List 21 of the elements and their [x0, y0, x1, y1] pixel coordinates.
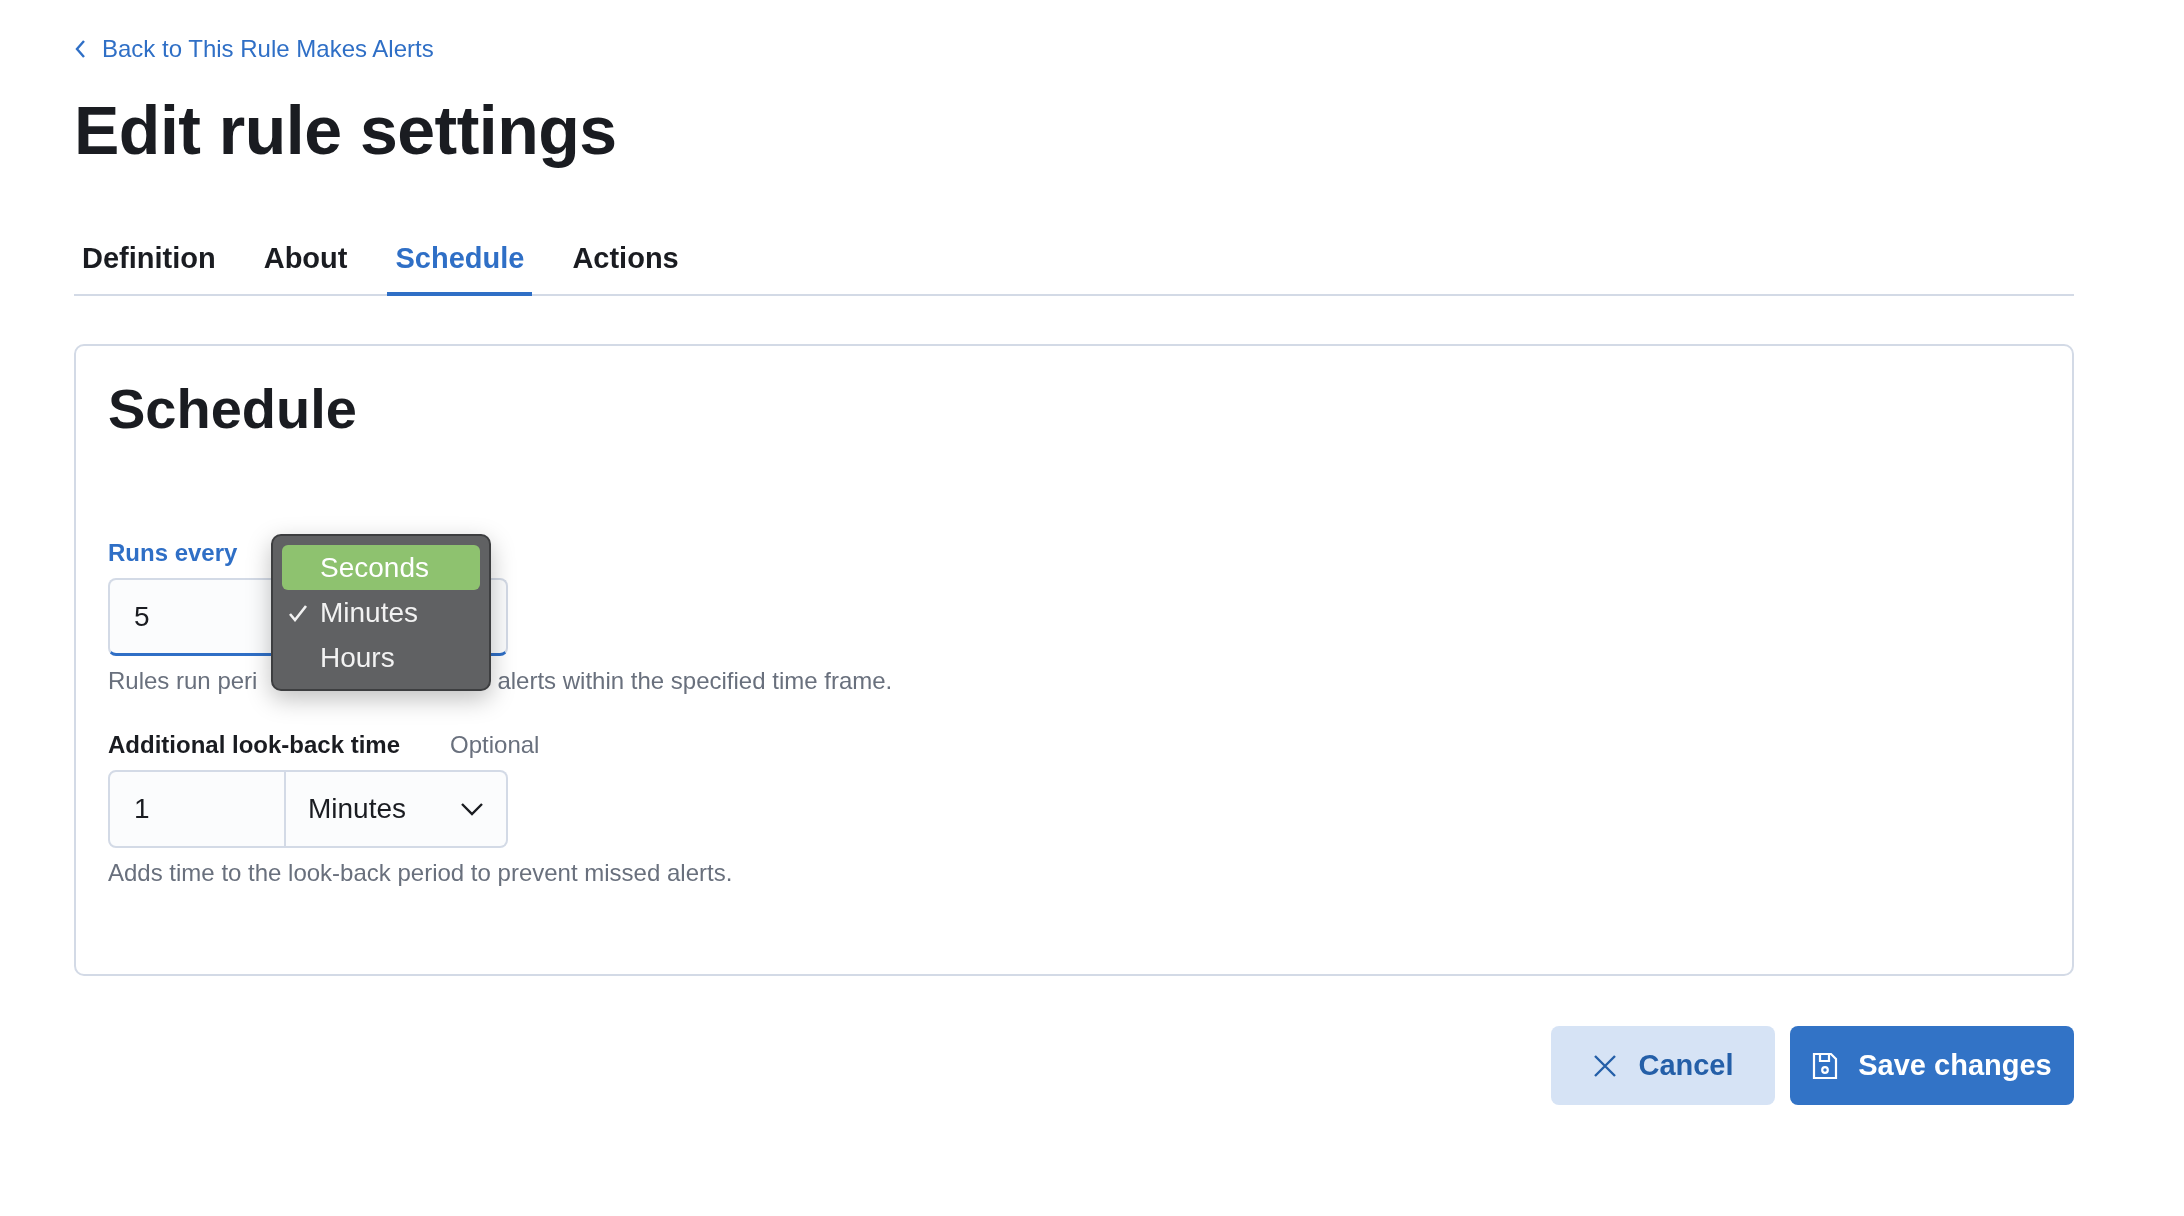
back-link[interactable]: Back to This Rule Makes Alerts: [74, 32, 434, 66]
section-title: Schedule: [108, 376, 358, 442]
chevron-left-icon: [74, 39, 88, 59]
tab[interactable]: Actions: [564, 220, 687, 296]
number-field[interactable]: 1: [108, 770, 286, 848]
optional-hint: Optional: [450, 730, 540, 760]
chevron-down-icon: [460, 802, 484, 816]
help-text: Adds time to the look-back period to prevent missed alerts.: [108, 858, 733, 888]
page-title: Edit rule settings: [74, 91, 618, 170]
help-text: alerts within the specified time frame.: [497, 666, 893, 696]
save-button[interactable]: Save changes: [1790, 1026, 2074, 1105]
tab[interactable]: About: [255, 220, 356, 296]
save-icon: [1812, 1051, 1839, 1080]
unit-select[interactable]: Minutes: [286, 770, 508, 848]
cancel-button[interactable]: Cancel: [1551, 1026, 1775, 1105]
field-label: Additional look-back time: [108, 730, 401, 760]
tab[interactable]: Definition: [74, 220, 224, 296]
field-label: Runs every: [108, 538, 238, 568]
tab[interactable]: Schedule: [387, 220, 533, 296]
help-text: Rules run peri: [108, 666, 258, 696]
check-icon: [288, 604, 308, 622]
